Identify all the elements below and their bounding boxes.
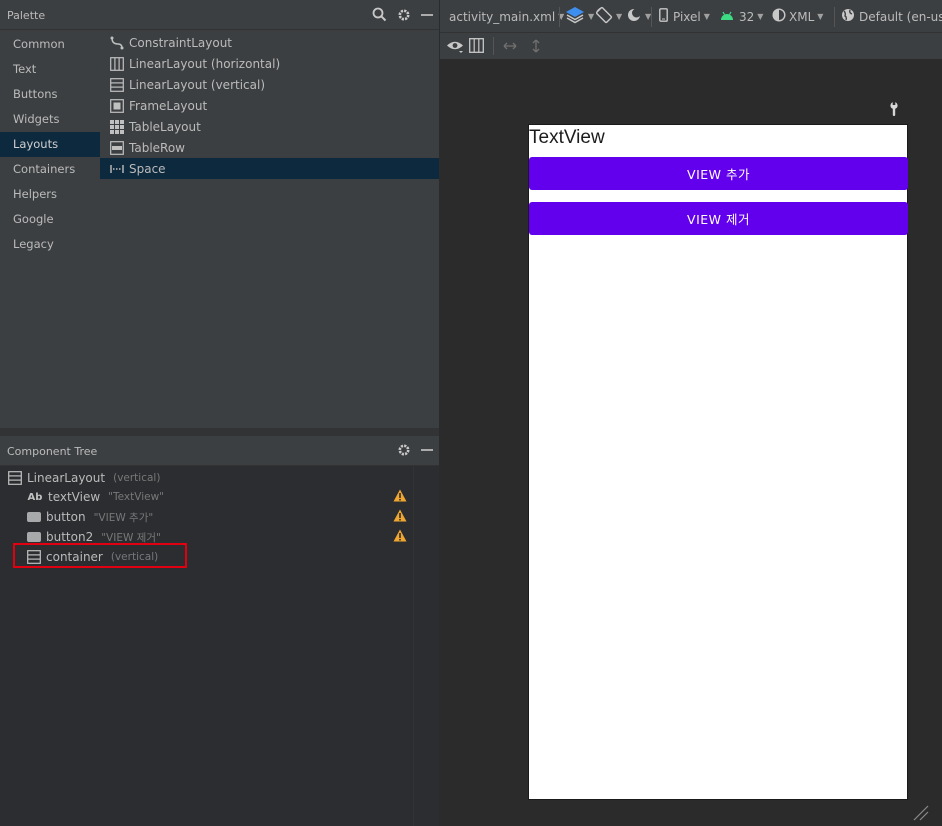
- text-ab-icon: Ab: [27, 491, 43, 503]
- horizontal-arrows-icon[interactable]: [502, 39, 518, 56]
- palette-item-linearlayout-vertical[interactable]: LinearLayout (vertical): [100, 74, 439, 95]
- vertical-arrows-icon[interactable]: [529, 38, 543, 57]
- palette-items: ConstraintLayout LinearLayout (horizonta…: [100, 32, 439, 428]
- palette-title: Palette: [7, 9, 46, 22]
- button-icon: [27, 510, 41, 524]
- category-helpers[interactable]: Helpers: [0, 182, 100, 207]
- tree-node-linearlayout[interactable]: LinearLayout (vertical): [8, 468, 160, 488]
- category-google[interactable]: Google: [0, 207, 100, 232]
- minimize-icon[interactable]: [421, 8, 433, 22]
- constraint-layout-icon: [110, 36, 124, 50]
- category-layouts[interactable]: Layouts: [0, 132, 100, 157]
- preview-button-add[interactable]: VIEW 추가: [529, 157, 908, 190]
- orientation-button[interactable]: ▼: [595, 0, 622, 33]
- palette-item-constraintlayout[interactable]: ConstraintLayout: [100, 32, 439, 53]
- night-mode-button[interactable]: ▼: [626, 0, 651, 33]
- tree-node-textview[interactable]: Ab textView "TextView": [27, 487, 164, 507]
- palette-item-linearlayout-horizontal[interactable]: LinearLayout (horizontal): [100, 53, 439, 74]
- chevron-down-icon: ▼: [757, 12, 764, 21]
- palette-item-tablelayout[interactable]: TableLayout: [100, 116, 439, 137]
- wrench-icon[interactable]: [888, 101, 900, 120]
- locale-selector[interactable]: Default (en-us): [841, 0, 942, 33]
- eye-icon[interactable]: [446, 39, 464, 57]
- toolbar-separator: [834, 7, 835, 27]
- editor-toolbar: activity_main.xml ▼ ▼ ▼ ▼ Pixel ▼ 32 ▼ XML ▼: [440, 0, 942, 33]
- warning-icon[interactable]: [393, 509, 407, 525]
- theme-selector[interactable]: XML ▼: [772, 0, 823, 33]
- category-containers[interactable]: Containers: [0, 157, 100, 182]
- category-legacy[interactable]: Legacy: [0, 232, 100, 257]
- rotate-icon: [595, 6, 613, 27]
- table-row-icon: [110, 140, 124, 155]
- category-widgets[interactable]: Widgets: [0, 107, 100, 132]
- left-panel: Palette Common Text Buttons Widgets Layo…: [0, 0, 439, 826]
- preview-textview[interactable]: TextView: [529, 127, 605, 149]
- toolbar-separator: [651, 7, 652, 27]
- linear-vertical-icon: [8, 471, 22, 485]
- preview-button-remove[interactable]: VIEW 제거: [529, 202, 908, 235]
- phone-icon: [659, 8, 668, 25]
- gear-icon[interactable]: [397, 443, 411, 457]
- chevron-down-icon: ▼: [703, 12, 710, 21]
- space-icon: [110, 162, 124, 176]
- gear-icon[interactable]: [397, 8, 411, 22]
- toolbar-separator: [493, 37, 494, 55]
- chevron-down-icon: ▼: [817, 12, 824, 21]
- button-icon: [27, 530, 41, 544]
- component-tree-header: Component Tree: [0, 436, 439, 466]
- component-tree: LinearLayout (vertical) Ab textView "Tex…: [0, 466, 439, 826]
- file-selector[interactable]: activity_main.xml ▼: [449, 0, 564, 33]
- panel-divider[interactable]: [0, 428, 439, 436]
- palette-categories: Common Text Buttons Widgets Layouts Cont…: [0, 32, 100, 428]
- frame-layout-icon: [110, 98, 124, 113]
- warning-icon[interactable]: [393, 529, 407, 545]
- tree-node-button[interactable]: button "VIEW 추가": [27, 507, 153, 527]
- category-buttons[interactable]: Buttons: [0, 82, 100, 107]
- toolbar-separator: [559, 7, 560, 27]
- component-tree-title: Component Tree: [7, 445, 98, 458]
- resize-handle-icon[interactable]: [910, 802, 930, 825]
- search-icon[interactable]: [372, 7, 387, 22]
- palette-item-tablerow[interactable]: TableRow: [100, 137, 439, 158]
- android-icon: [720, 10, 734, 24]
- theme-circle-icon: [772, 8, 786, 25]
- device-selector[interactable]: Pixel ▼: [659, 0, 710, 33]
- tree-scrollbar[interactable]: [413, 466, 414, 826]
- device-preview[interactable]: TextView VIEW 추가 VIEW 제거: [528, 124, 908, 800]
- globe-icon: [841, 8, 855, 25]
- minimize-icon[interactable]: [421, 443, 433, 457]
- highlight-box: [13, 543, 187, 568]
- api-selector[interactable]: 32 ▼: [720, 0, 763, 33]
- palette-item-space[interactable]: Space: [100, 158, 439, 179]
- palette-header: Palette: [0, 0, 439, 30]
- warning-icon[interactable]: [393, 489, 407, 505]
- palette-item-framelayout[interactable]: FrameLayout: [100, 95, 439, 116]
- theme-icon: [626, 7, 642, 26]
- layers-icon: [565, 6, 585, 27]
- blueprint-icon[interactable]: [469, 38, 484, 56]
- design-surface-button[interactable]: ▼: [565, 0, 594, 33]
- linear-horizontal-icon: [110, 56, 124, 71]
- category-common[interactable]: Common: [0, 32, 100, 57]
- secondary-toolbar: [440, 33, 942, 60]
- linear-vertical-icon: [110, 77, 124, 92]
- table-layout-icon: [110, 119, 124, 134]
- category-text[interactable]: Text: [0, 57, 100, 82]
